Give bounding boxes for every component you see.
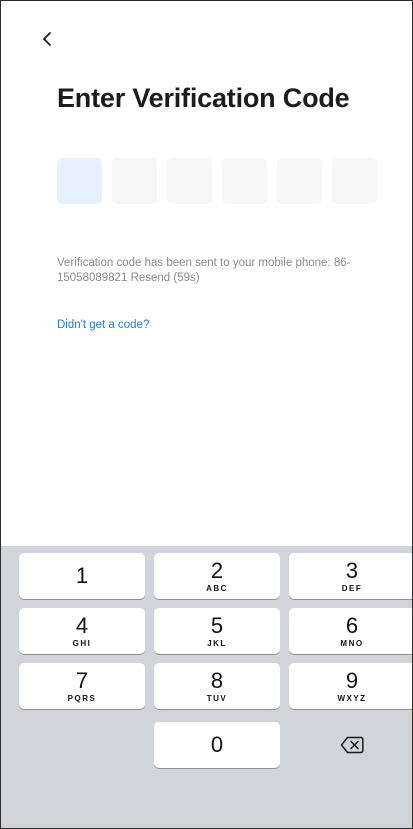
key-digit: 0 bbox=[210, 732, 224, 757]
key-letters: TUV bbox=[206, 693, 228, 703]
code-digit-box-6[interactable] bbox=[332, 158, 377, 204]
key-letters: MNO bbox=[340, 638, 364, 648]
code-sent-text: Verification code has been sent to your … bbox=[57, 257, 351, 284]
key-digit: 4 bbox=[75, 612, 89, 638]
key-digit: 6 bbox=[345, 612, 359, 638]
key-letters: WXYZ bbox=[337, 693, 367, 703]
key-letters: ABC bbox=[206, 583, 228, 593]
verification-code-input[interactable] bbox=[57, 158, 377, 204]
key-3[interactable]: 3 DEF bbox=[289, 553, 412, 599]
verification-screen: Enter Verification Code Verification cod… bbox=[0, 0, 413, 829]
code-digit-box-3[interactable] bbox=[167, 158, 212, 204]
key-8[interactable]: 8 TUV bbox=[154, 663, 280, 709]
key-letters: GHI bbox=[72, 638, 92, 648]
key-digit: 9 bbox=[345, 667, 359, 693]
key-digit: 8 bbox=[210, 667, 224, 693]
code-digit-box-1[interactable] bbox=[57, 158, 102, 204]
backspace-icon bbox=[340, 736, 364, 754]
key-digit: 3 bbox=[345, 557, 359, 583]
didnt-get-code-link[interactable]: Didn't get a code? bbox=[57, 319, 149, 331]
chevron-left-icon bbox=[43, 32, 51, 46]
key-5[interactable]: 5 JKL bbox=[154, 608, 280, 654]
code-digit-box-5[interactable] bbox=[277, 158, 322, 204]
key-digit: 1 bbox=[75, 563, 89, 588]
key-2[interactable]: 2 ABC bbox=[154, 553, 280, 599]
code-sent-message: Verification code has been sent to your … bbox=[57, 256, 377, 286]
resend-button[interactable]: Resend (59s) bbox=[131, 272, 200, 284]
key-0[interactable]: 0 bbox=[154, 722, 280, 768]
code-digit-box-4[interactable] bbox=[222, 158, 267, 204]
key-letters: DEF bbox=[341, 583, 363, 593]
key-7[interactable]: 7 PQRS bbox=[19, 663, 145, 709]
code-digit-box-2[interactable] bbox=[112, 158, 157, 204]
key-1[interactable]: 1 bbox=[19, 553, 145, 599]
numeric-keypad: 1 2 ABC 3 DEF 4 GHI 5 JKL 6 MNO 7 PQRS 8 bbox=[1, 546, 412, 828]
key-digit: 7 bbox=[75, 667, 89, 693]
key-digit: 2 bbox=[210, 557, 224, 583]
page-title: Enter Verification Code bbox=[57, 83, 350, 113]
back-button[interactable] bbox=[35, 27, 59, 51]
key-letters: JKL bbox=[207, 638, 227, 648]
key-letters: PQRS bbox=[67, 693, 97, 703]
key-4[interactable]: 4 GHI bbox=[19, 608, 145, 654]
key-6[interactable]: 6 MNO bbox=[289, 608, 412, 654]
key-digit: 5 bbox=[210, 612, 224, 638]
key-9[interactable]: 9 WXYZ bbox=[289, 663, 412, 709]
delete-key[interactable] bbox=[289, 722, 412, 768]
